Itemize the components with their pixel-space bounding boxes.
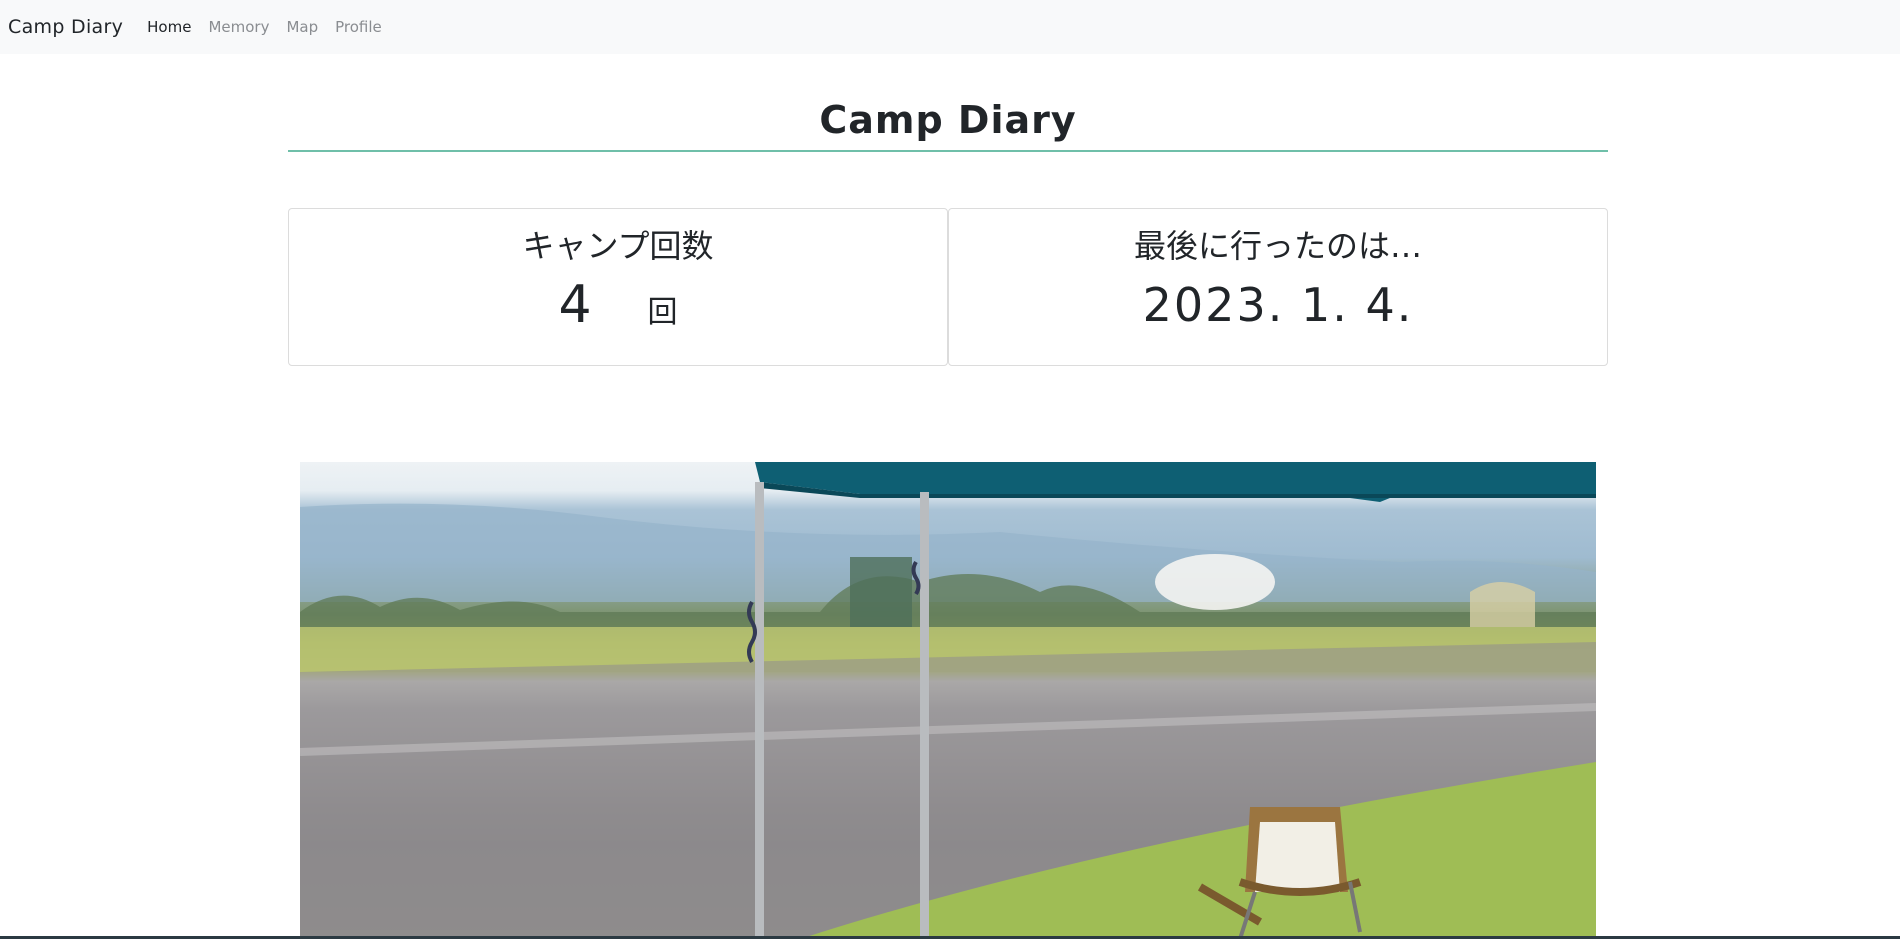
nav-link-home[interactable]: Home (147, 18, 191, 36)
brand-link[interactable]: Camp Diary (8, 16, 123, 38)
navbar: Camp Diary Home Memory Map Profile (0, 0, 1900, 54)
camp-count-card: キャンプ回数 4 回 (288, 208, 948, 366)
last-camp-heading: 最後に行ったのは… (1133, 227, 1422, 265)
camp-count-unit: 回 (647, 295, 678, 330)
nav-link-profile[interactable]: Profile (335, 18, 382, 36)
camp-count-heading: キャンプ回数 (522, 227, 714, 265)
page-title: Camp Diary (819, 98, 1077, 142)
last-camp-card: 最後に行ったのは… 2023. 1. 4. (948, 208, 1608, 366)
nav-link-memory[interactable]: Memory (208, 18, 269, 36)
title-divider (288, 150, 1608, 152)
camp-count-value: 4 (558, 275, 592, 335)
camp-scene-illustration (300, 462, 1596, 939)
last-camp-date: 2023. 1. 4. (1142, 278, 1414, 332)
camp-count-row: 4 回 (289, 275, 947, 335)
hero-image (300, 462, 1596, 939)
nav-link-map[interactable]: Map (286, 18, 318, 36)
